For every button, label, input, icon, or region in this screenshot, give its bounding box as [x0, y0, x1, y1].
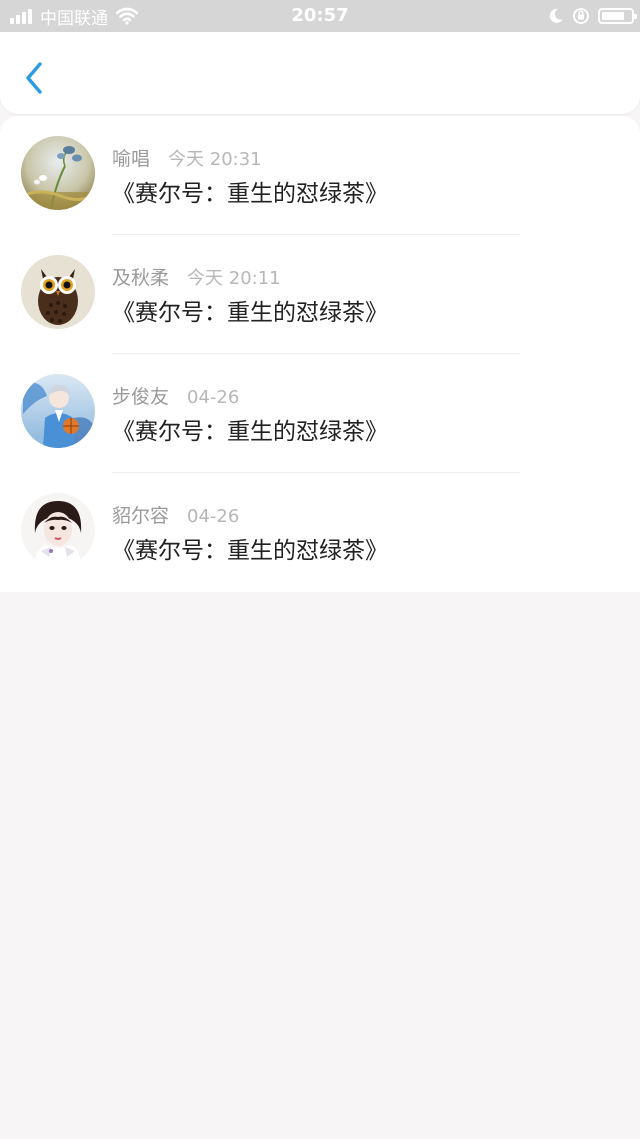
message-text: 《赛尔号：重生的怼绿茶》	[112, 181, 388, 207]
sender-name: 貂尔容 04-26	[112, 501, 239, 528]
owl-avatar[interactable]	[21, 255, 95, 329]
sender-name-text: 貂尔容	[112, 505, 170, 527]
sender-name-text: 步俊友	[112, 386, 170, 408]
message-time: 04-26	[187, 506, 240, 527]
rotation-lock-icon	[573, 8, 589, 24]
message-text: 《赛尔号：重生的怼绿茶》	[112, 300, 388, 326]
message-row[interactable]: 步俊友 04-26 《赛尔号：重生的怼绿茶》	[0, 354, 640, 473]
message-row[interactable]: 及秋柔 今天 20:11 《赛尔号：重生的怼绿茶》	[0, 235, 640, 354]
anime-boy-avatar[interactable]	[21, 374, 95, 448]
status-bar: 中国联通 20:57	[0, 0, 640, 32]
message-list: 喻唱 今天 20:31 《赛尔号：重生的怼绿茶》 及秋柔 今天 20:11 《赛…	[0, 116, 640, 592]
battery-icon	[598, 8, 637, 24]
message-time: 今天 20:11	[187, 268, 281, 289]
sender-name: 及秋柔 今天 20:11	[112, 263, 281, 290]
sender-name: 喻唱 今天 20:31	[112, 144, 262, 171]
sender-name-text: 喻唱	[112, 148, 151, 170]
message-time: 今天 20:31	[168, 149, 262, 170]
message-text: 《赛尔号：重生的怼绿茶》	[112, 419, 388, 445]
status-time: 20:57	[291, 5, 349, 26]
sender-name-text: 及秋柔	[112, 267, 170, 289]
status-right	[548, 0, 637, 32]
message-row[interactable]: 喻唱 今天 20:31 《赛尔号：重生的怼绿茶》	[0, 116, 640, 235]
sender-name: 步俊友 04-26	[112, 382, 239, 409]
back-button[interactable]	[18, 58, 52, 98]
girl-avatar[interactable]	[21, 493, 95, 567]
message-row[interactable]: 貂尔容 04-26 《赛尔号：重生的怼绿茶》	[0, 473, 640, 592]
message-text: 《赛尔号：重生的怼绿茶》	[112, 538, 388, 564]
battery-level	[602, 12, 624, 20]
moon-icon	[549, 8, 563, 23]
nav-bar	[0, 32, 640, 114]
message-time: 04-26	[187, 387, 240, 408]
flower-avatar[interactable]	[21, 136, 95, 210]
